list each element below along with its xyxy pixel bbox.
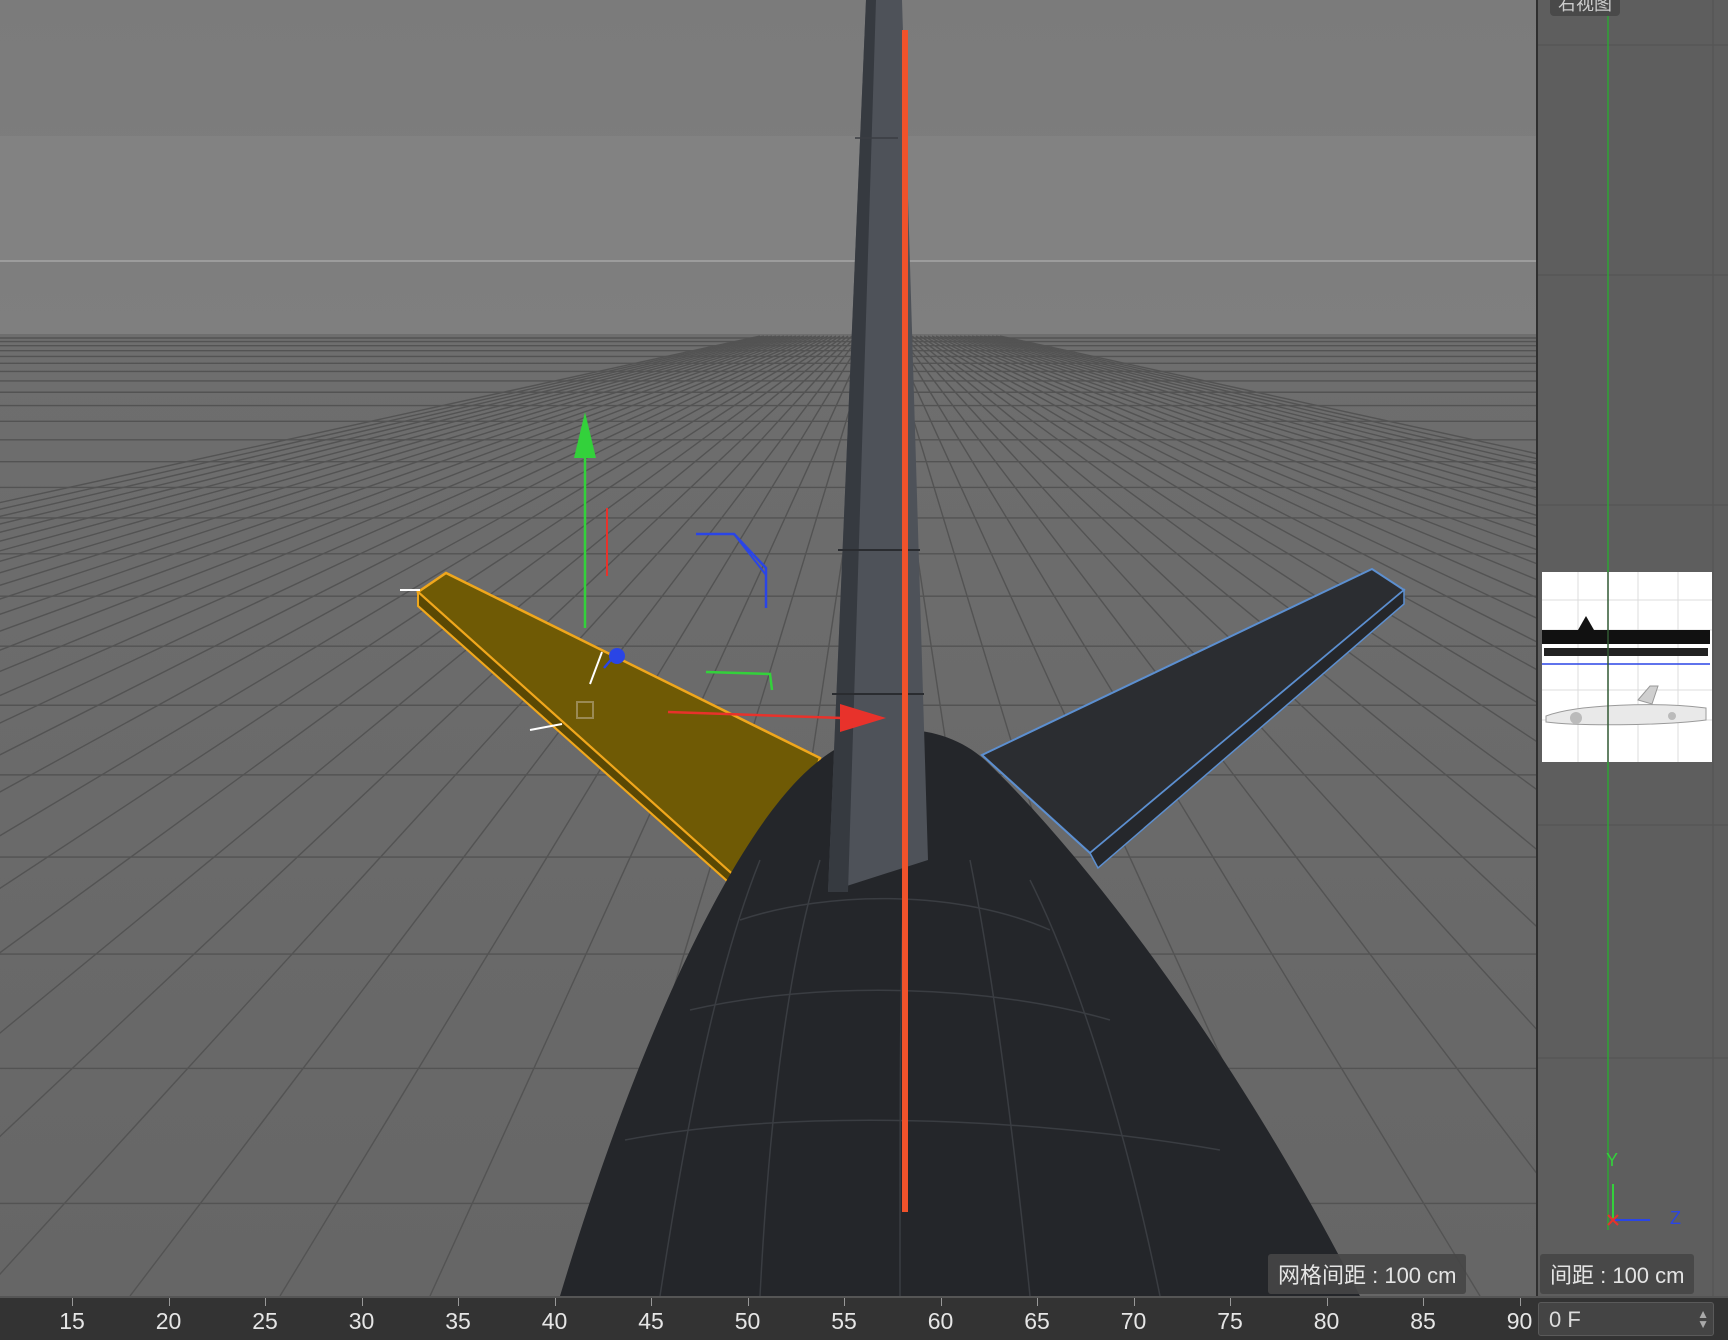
- timeline-tick-label: 30: [348, 1308, 375, 1334]
- axis-indicator: [1607, 1184, 1650, 1226]
- timeline-tick-mark: [844, 1298, 845, 1306]
- axis-label-z: Z: [1670, 1208, 1681, 1228]
- timeline-tick-label: 65: [1024, 1308, 1050, 1334]
- timeline-tick-label: 15: [59, 1308, 85, 1334]
- timeline-tick-mark: [72, 1298, 73, 1306]
- timeline-tick-mark: [1423, 1298, 1424, 1306]
- timeline-tick-mark: [1037, 1298, 1038, 1306]
- axis-label-y: Y: [1606, 1150, 1619, 1170]
- sky-band: [0, 136, 1536, 261]
- current-frame-value: 0 F: [1549, 1307, 1581, 1332]
- timeline-tick-mark: [458, 1298, 459, 1306]
- timeline-tick-label: 85: [1410, 1308, 1436, 1334]
- timeline-tick-mark: [940, 1298, 942, 1306]
- timeline-tick-label: 70: [1120, 1308, 1147, 1334]
- side-viewport-canvas[interactable]: [1538, 0, 1728, 1296]
- perspective-viewport[interactable]: 网格间距 : 100 cm: [0, 0, 1536, 1296]
- timeline-tick-label: 75: [1217, 1308, 1243, 1334]
- side-grid-spacing-label: 间距 : 100 cm: [1540, 1254, 1695, 1294]
- grid-spacing-label: 网格间距 : 100 cm: [1268, 1254, 1467, 1294]
- timeline-tick-mark: [747, 1298, 749, 1306]
- timeline-tick-mark: [265, 1298, 266, 1306]
- timeline-tick-mark: [1326, 1298, 1328, 1306]
- timeline-tick-mark: [1519, 1298, 1521, 1306]
- timeline-tick-label: 45: [638, 1308, 664, 1334]
- gizmo-z-handle[interactable]: [609, 648, 625, 664]
- timeline-tick-mark: [168, 1298, 170, 1306]
- timeline-tick-label: 20: [155, 1308, 182, 1334]
- timeline-tick-label: 25: [252, 1308, 278, 1334]
- timeline-tick-label: 90: [1506, 1308, 1533, 1334]
- timeline-tick-label: 60: [927, 1308, 954, 1334]
- current-frame-field[interactable]: 0 F ▲ ▼: [1538, 1302, 1714, 1336]
- viewport-canvas[interactable]: [0, 0, 1536, 1296]
- frame-stepper-icon[interactable]: ▲ ▼: [1697, 1308, 1709, 1330]
- timeline-tick-mark: [361, 1298, 363, 1306]
- timeline-tick-label: 55: [831, 1308, 857, 1334]
- timeline-tick-label: 80: [1313, 1308, 1340, 1334]
- timeline-tick-label: 50: [734, 1308, 761, 1334]
- timeline-ruler[interactable]: 15 20 25 30 35 40 45 50 55 60 65 70 75 80 85 90: [0, 1296, 1728, 1340]
- timeline-tick-label: 40: [541, 1308, 568, 1334]
- timeline-tick-mark: [651, 1298, 652, 1306]
- timeline-tick-mark: [554, 1298, 556, 1306]
- side-viewport[interactable]: 右视图 Y Z 间距: 100 cm: [1536, 0, 1728, 1296]
- timeline-tick-label: 35: [445, 1308, 471, 1334]
- timeline-tick-mark: [1133, 1298, 1135, 1306]
- side-viewport-title: 右视图: [1550, 0, 1620, 16]
- timeline-tick-mark: [1230, 1298, 1231, 1306]
